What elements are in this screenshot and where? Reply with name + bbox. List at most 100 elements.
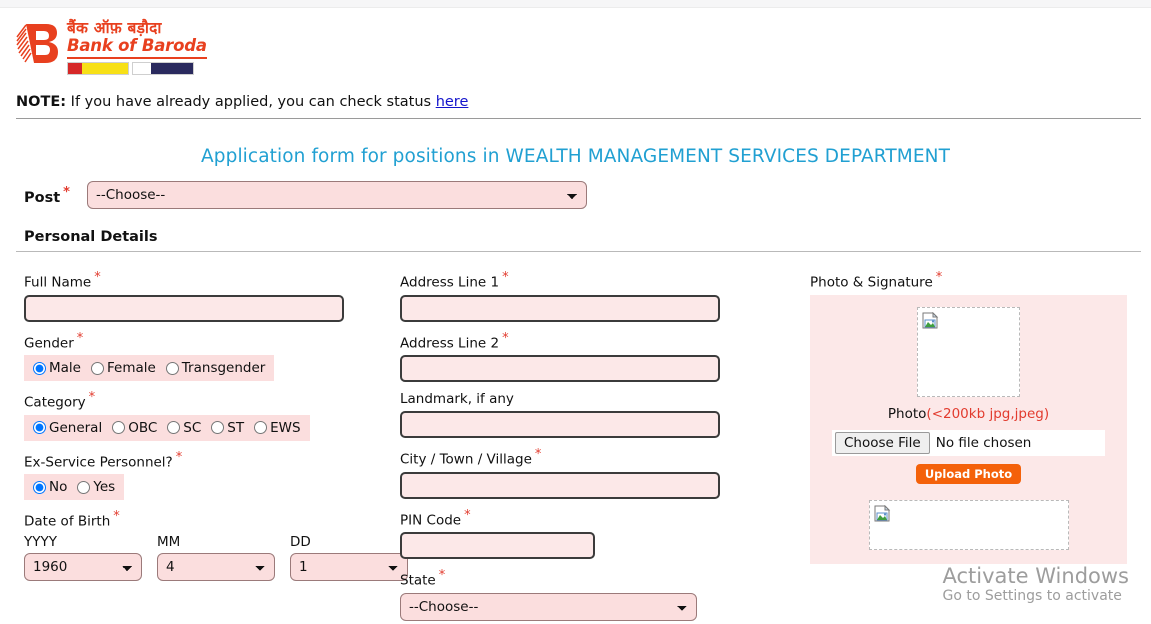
state-label: State* — [400, 568, 800, 589]
required-asterisk: * — [464, 508, 471, 523]
gender-label: Gender* — [24, 331, 400, 352]
page-title: Application form for positions in WEALTH… — [0, 119, 1151, 181]
browser-top-band — [0, 0, 1151, 8]
address-line-1-label: Address Line 1* — [400, 270, 800, 291]
dob-month-label: MM — [157, 534, 275, 550]
field-address-line-2: Address Line 2* — [400, 331, 800, 383]
pin-code-label: PIN Code* — [400, 508, 800, 529]
post-select[interactable]: --Choose-- — [87, 181, 587, 209]
gender-radio-transgender[interactable] — [166, 362, 179, 375]
dob-year-select[interactable]: 1960 — [24, 553, 142, 581]
ex-service-option-no[interactable]: No — [33, 479, 67, 495]
address-line-1-input[interactable] — [400, 295, 720, 322]
column-address: Address Line 1* Address Line 2* Landmark… — [400, 270, 800, 624]
gender-radio-group: Male Female Transgender — [24, 355, 274, 381]
required-asterisk: * — [113, 509, 120, 524]
choose-file-button[interactable]: Choose File — [835, 432, 930, 454]
check-status-link[interactable]: here — [436, 94, 469, 110]
ex-service-radio-no[interactable] — [33, 481, 46, 494]
signature-preview-box — [869, 500, 1069, 550]
category-radio-st[interactable] — [211, 421, 224, 434]
section-personal-details: Personal Details — [0, 209, 1151, 251]
field-ex-service: Ex-Service Personnel?* No Yes — [24, 450, 400, 501]
field-date-of-birth: Date of Birth* YYYY 1960 MM 4 — [24, 509, 400, 581]
required-asterisk: * — [94, 270, 101, 285]
required-asterisk: * — [176, 450, 183, 465]
dob-year-label: YYYY — [24, 534, 142, 550]
badge-digital-india — [132, 62, 194, 75]
note-line: NOTE: If you have already applied, you c… — [0, 94, 1151, 118]
full-name-label: Full Name* — [24, 270, 400, 291]
photo-caption-main: Photo — [888, 406, 927, 422]
city-label: City / Town / Village* — [400, 447, 800, 468]
gender-option-transgender[interactable]: Transgender — [166, 360, 266, 376]
bank-of-baroda-logo: बैंक ऑफ़ बड़ौदा Bank of Baroda — [16, 18, 1151, 75]
required-asterisk: * — [77, 331, 84, 346]
dob-year-cell: YYYY 1960 — [24, 534, 142, 581]
ex-service-label: Ex-Service Personnel?* — [24, 450, 400, 471]
category-radio-general[interactable] — [33, 421, 46, 434]
field-landmark: Landmark, if any — [400, 391, 800, 438]
category-option-general[interactable]: General — [33, 420, 102, 436]
broken-image-icon — [922, 312, 939, 329]
full-name-input[interactable] — [24, 295, 344, 322]
logo-english-text: Bank of Baroda — [67, 37, 207, 59]
required-asterisk: * — [89, 390, 96, 405]
photo-signature-label: Photo & Signature* — [810, 270, 1127, 291]
gender-option-male[interactable]: Male — [33, 360, 81, 376]
gender-option-female[interactable]: Female — [91, 360, 156, 376]
dob-month-select[interactable]: 4 — [157, 553, 275, 581]
landmark-input[interactable] — [400, 411, 720, 438]
category-option-st[interactable]: ST — [211, 420, 244, 436]
required-asterisk: * — [535, 447, 542, 462]
state-select[interactable]: --Choose-- — [400, 593, 697, 621]
category-radio-group: General OBC SC ST — [24, 415, 310, 441]
gender-radio-male[interactable] — [33, 362, 46, 375]
photo-caption-hint: (<200kb jpg,jpeg) — [926, 406, 1049, 422]
required-asterisk: * — [439, 568, 446, 583]
pin-code-input[interactable] — [400, 532, 595, 559]
logo-wordmark: बैंक ऑफ़ बड़ौदा Bank of Baroda — [67, 18, 207, 75]
required-asterisk: * — [936, 270, 943, 285]
gender-radio-female[interactable] — [91, 362, 104, 375]
field-address-line-1: Address Line 1* — [400, 270, 800, 322]
address-line-2-input[interactable] — [400, 355, 720, 382]
application-page: बैंक ऑफ़ बड़ौदा Bank of Baroda NOTE: If … — [0, 8, 1151, 624]
post-row: Post* --Choose-- — [0, 181, 1151, 209]
category-option-obc[interactable]: OBC — [112, 420, 157, 436]
photo-caption: Photo(<200kb jpg,jpeg) — [810, 406, 1127, 422]
photo-file-input[interactable]: Choose File No file chosen — [832, 430, 1105, 456]
ex-service-radio-yes[interactable] — [77, 481, 90, 494]
photo-signature-panel: Photo(<200kb jpg,jpeg) Choose File No fi… — [810, 295, 1127, 564]
dob-day-select[interactable]: 1 — [290, 553, 408, 581]
broken-image-icon — [874, 505, 891, 522]
dob-month-cell: MM 4 — [157, 534, 275, 581]
field-full-name: Full Name* — [24, 270, 400, 322]
field-state: State* --Choose-- — [400, 568, 800, 621]
category-radio-obc[interactable] — [112, 421, 125, 434]
category-option-sc[interactable]: SC — [167, 420, 201, 436]
landmark-label: Landmark, if any — [400, 391, 800, 407]
logo-badges — [67, 62, 207, 75]
page-header: बैंक ऑफ़ बड़ौदा Bank of Baroda — [0, 8, 1151, 94]
logo-hindi-text: बैंक ऑफ़ बड़ौदा — [67, 20, 207, 36]
city-input[interactable] — [400, 472, 720, 499]
dob-selects-row: YYYY 1960 MM 4 DD 1 — [24, 534, 400, 581]
photo-preview-box — [917, 307, 1020, 397]
required-asterisk: * — [502, 331, 509, 346]
upload-photo-button[interactable]: Upload Photo — [916, 464, 1021, 484]
category-radio-sc[interactable] — [167, 421, 180, 434]
address-line-2-label: Address Line 2* — [400, 331, 800, 352]
category-radio-ews[interactable] — [254, 421, 267, 434]
required-asterisk: * — [502, 270, 509, 285]
note-text: If you have already applied, you can che… — [71, 94, 431, 110]
ex-service-option-yes[interactable]: Yes — [77, 479, 115, 495]
badge-swachh-bharat — [67, 62, 129, 75]
category-option-ews[interactable]: EWS — [254, 420, 300, 436]
category-label: Category* — [24, 390, 400, 411]
field-pin-code: PIN Code* — [400, 508, 800, 560]
column-personal: Full Name* Gender* Male Female — [0, 270, 400, 624]
dob-day-cell: DD 1 — [290, 534, 408, 581]
baroda-b-mark-icon — [16, 20, 60, 68]
column-photo-signature: Photo & Signature* Photo — [800, 270, 1127, 624]
